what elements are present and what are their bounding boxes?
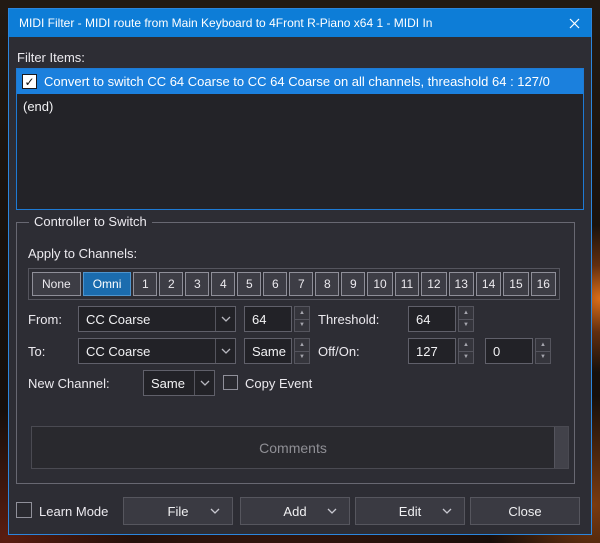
new-channel-dropdown[interactable]: Same	[143, 370, 215, 396]
comments-scrollbar[interactable]	[554, 427, 568, 468]
spin-down-icon[interactable]: ▼	[458, 319, 474, 332]
filter-items-list[interactable]: ✓ Convert to switch CC 64 Coarse to CC 6…	[16, 68, 584, 210]
learn-mode-checkbox[interactable]	[16, 502, 32, 518]
threshold-input[interactable]: 64	[408, 306, 456, 332]
copy-event-label: Copy Event	[245, 376, 313, 391]
chevron-down-icon	[210, 508, 220, 514]
channel-button-omni[interactable]: Omni	[82, 272, 132, 296]
channel-button-2[interactable]: 2	[159, 272, 184, 296]
spin-up-icon[interactable]: ▲	[458, 338, 474, 352]
file-button[interactable]: File	[123, 497, 233, 525]
comments-box: Comments	[31, 426, 569, 469]
close-button[interactable]: Close	[470, 497, 580, 525]
from-type-value: CC Coarse	[86, 311, 151, 327]
apply-to-channels-label: Apply to Channels:	[28, 246, 138, 261]
new-channel-label: New Channel:	[28, 376, 110, 391]
filter-items-label: Filter Items:	[17, 50, 85, 65]
to-type-dropdown[interactable]: CC Coarse	[78, 338, 236, 364]
close-button-label: Close	[508, 503, 542, 519]
off-value-input[interactable]: 127	[408, 338, 456, 364]
channel-button-14[interactable]: 14	[475, 272, 502, 296]
channel-button-10[interactable]: 10	[367, 272, 393, 296]
offon-label: Off/On:	[318, 344, 360, 359]
list-item-selected[interactable]: ✓ Convert to switch CC 64 Coarse to CC 6…	[17, 69, 583, 94]
channel-button-1[interactable]: 1	[133, 272, 158, 296]
chevron-down-icon[interactable]	[215, 307, 235, 331]
comments-placeholder: Comments	[259, 439, 327, 456]
channel-button-4[interactable]: 4	[211, 272, 236, 296]
on-value-input[interactable]: 0	[485, 338, 533, 364]
from-type-dropdown[interactable]: CC Coarse	[78, 306, 236, 332]
spin-up-icon[interactable]: ▲	[535, 338, 551, 352]
add-button-label: Add	[283, 503, 307, 519]
list-item-end[interactable]: (end)	[17, 94, 583, 118]
to-value-stepper: ▲ ▼	[294, 338, 310, 364]
close-window-button[interactable]	[557, 9, 591, 37]
to-type-value: CC Coarse	[86, 343, 151, 359]
spin-up-icon[interactable]: ▲	[294, 306, 310, 320]
chevron-down-icon[interactable]	[215, 339, 235, 363]
copy-event-checkbox[interactable]	[223, 375, 238, 390]
edit-button[interactable]: Edit	[355, 497, 465, 525]
to-value-input[interactable]: Same	[244, 338, 292, 364]
channel-button-9[interactable]: 9	[341, 272, 366, 296]
learn-mode-label: Learn Mode	[39, 504, 109, 519]
from-value-stepper: ▲ ▼	[294, 306, 310, 332]
chevron-down-icon	[442, 508, 452, 514]
close-icon	[569, 18, 579, 28]
channel-button-7[interactable]: 7	[289, 272, 314, 296]
spin-down-icon[interactable]: ▼	[458, 351, 474, 364]
list-item-checkbox[interactable]: ✓	[22, 74, 37, 89]
spin-up-icon[interactable]: ▲	[294, 338, 310, 352]
new-channel-value: Same	[151, 375, 185, 391]
threshold-label: Threshold:	[318, 312, 380, 327]
channel-button-13[interactable]: 13	[448, 272, 474, 296]
channel-button-15[interactable]: 15	[503, 272, 529, 296]
comments-input[interactable]: Comments	[32, 427, 554, 468]
from-label: From:	[28, 312, 62, 327]
channel-button-none[interactable]: None	[32, 272, 81, 296]
from-value-input[interactable]: 64	[244, 306, 292, 332]
off-value-stepper: ▲ ▼	[458, 338, 474, 364]
chevron-down-icon[interactable]	[194, 371, 214, 395]
add-button[interactable]: Add	[240, 497, 350, 525]
file-button-label: File	[167, 503, 189, 519]
to-label: To:	[28, 344, 46, 359]
channel-button-3[interactable]: 3	[185, 272, 210, 296]
window-title: MIDI Filter - MIDI route from Main Keybo…	[19, 16, 433, 30]
midi-filter-dialog: MIDI Filter - MIDI route from Main Keybo…	[8, 8, 592, 535]
channel-button-12[interactable]: 12	[421, 272, 447, 296]
channel-button-8[interactable]: 8	[315, 272, 340, 296]
group-legend: Controller to Switch	[29, 214, 152, 229]
spin-down-icon[interactable]: ▼	[294, 351, 310, 364]
channel-button-bar: None Omni 1 2 3 4 5 6 7 8 9 10 11 12 13 …	[28, 268, 560, 300]
titlebar[interactable]: MIDI Filter - MIDI route from Main Keybo…	[9, 9, 591, 37]
channel-button-16[interactable]: 16	[530, 272, 556, 296]
edit-button-label: Edit	[398, 503, 422, 519]
channel-button-11[interactable]: 11	[394, 272, 420, 296]
spin-up-icon[interactable]: ▲	[458, 306, 474, 320]
channel-button-5[interactable]: 5	[237, 272, 262, 296]
channel-button-6[interactable]: 6	[263, 272, 288, 296]
threshold-stepper: ▲ ▼	[458, 306, 474, 332]
chevron-down-icon	[327, 508, 337, 514]
spin-down-icon[interactable]: ▼	[294, 319, 310, 332]
list-item-text: Convert to switch CC 64 Coarse to CC 64 …	[44, 74, 550, 89]
on-value-stepper: ▲ ▼	[535, 338, 551, 364]
spin-down-icon[interactable]: ▼	[535, 351, 551, 364]
list-end-text: (end)	[23, 98, 54, 114]
